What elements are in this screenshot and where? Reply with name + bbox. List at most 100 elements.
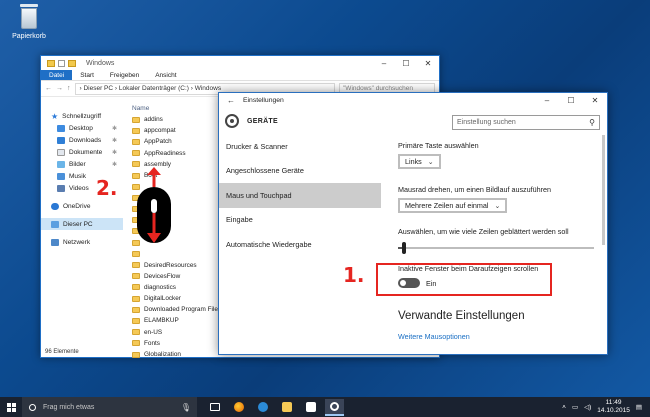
explorer-title: Windows <box>86 59 115 67</box>
explorer-titlebar[interactable]: Windows – ☐ ✕ <box>41 56 439 70</box>
menu-printers-scanners[interactable]: Drucker & Scanner <box>219 134 381 159</box>
folder-icon <box>132 329 140 336</box>
firefox-button[interactable] <box>229 399 248 416</box>
chevron-up-icon[interactable]: ˄ <box>562 404 566 411</box>
nav-this-pc[interactable]: Dieser PC <box>41 218 123 230</box>
column-header-name[interactable]: Name <box>129 102 221 114</box>
nav-desktop[interactable]: Desktop ✱ <box>41 122 123 134</box>
list-item[interactable]: ELAMBKUP <box>129 315 221 326</box>
recycle-bin-icon <box>19 4 39 30</box>
mouse-scroll-icon <box>137 167 171 243</box>
forward-arrow-icon[interactable]: → <box>56 85 63 92</box>
settings-menu: Drucker & Scanner Angeschlossene Geräte … <box>219 134 381 257</box>
scrollbar[interactable] <box>602 135 605 245</box>
list-item[interactable]: Globalization <box>129 349 221 360</box>
cloud-icon <box>51 202 59 210</box>
nav-pictures[interactable]: Bilder ✱ <box>41 158 123 170</box>
related-settings-title: Verwandte Einstellungen <box>398 310 525 322</box>
menu-mouse-touchpad[interactable]: Maus und Touchpad <box>219 183 381 208</box>
close-button[interactable]: ✕ <box>417 59 439 68</box>
minimize-button[interactable]: – <box>373 59 395 68</box>
minimize-button[interactable]: – <box>535 96 559 105</box>
windows-logo-icon <box>6 402 16 412</box>
edge-button[interactable] <box>253 399 272 416</box>
more-mouse-options-link[interactable]: Weitere Mausoptionen <box>398 332 598 341</box>
list-item[interactable]: Fonts <box>129 338 221 349</box>
close-button[interactable]: ✕ <box>583 96 607 105</box>
settings-button[interactable] <box>325 398 344 416</box>
cortana-icon <box>29 403 36 411</box>
start-button[interactable] <box>0 402 22 412</box>
settings-titlebar[interactable]: ← Einstellungen – ☐ ✕ <box>219 93 607 108</box>
tab-file[interactable]: Datei <box>41 70 73 80</box>
folder-icon <box>132 284 140 291</box>
network-icon[interactable]: ▭ <box>572 403 578 411</box>
menu-autoplay[interactable]: Automatische Wiedergabe <box>219 232 381 257</box>
navigation-pane: ★ Schnellzugriff Desktop ✱ Downloads ✱ Doku… <box>41 102 123 343</box>
section-title: GERÄTE <box>247 117 278 125</box>
downloads-icon <box>57 136 65 144</box>
list-item[interactable]: addins <box>129 114 221 125</box>
menu-connected-devices[interactable]: Angeschlossene Geräte <box>219 159 381 184</box>
folder-icon <box>47 59 55 67</box>
tab-share[interactable]: Freigeben <box>102 70 147 80</box>
wheel-mode-select[interactable]: Mehrere Zeilen auf einmal ⌄ <box>398 198 508 213</box>
folder-icon <box>132 262 140 269</box>
clock[interactable]: 11:49 14.10.2015 <box>597 399 630 415</box>
folder-icon <box>281 402 292 412</box>
list-item[interactable]: appcompat <box>129 125 221 136</box>
store-button[interactable] <box>301 399 320 416</box>
nav-onedrive[interactable]: OneDrive <box>41 200 123 212</box>
back-arrow-icon[interactable]: ← <box>45 85 52 92</box>
folder-icon <box>132 351 140 358</box>
settings-search-input[interactable]: Einstellung suchen ⚲ <box>452 115 600 130</box>
nav-network[interactable]: Netzwerk <box>41 236 123 248</box>
chevron-down-icon: ⌄ <box>427 158 434 166</box>
list-item[interactable]: AppReadiness <box>129 148 221 159</box>
properties-icon[interactable] <box>58 59 65 67</box>
pin-icon: ✱ <box>111 137 117 144</box>
list-item[interactable]: Downloaded Program Files <box>129 304 221 315</box>
list-item[interactable]: DesiredResources <box>129 259 221 270</box>
microphone-icon[interactable]: 🎙 <box>181 403 191 412</box>
documents-icon <box>57 148 65 156</box>
tab-start[interactable]: Start <box>72 70 102 80</box>
up-arrow-icon[interactable]: ↑ <box>67 85 71 92</box>
firefox-icon <box>233 402 244 412</box>
slider-thumb[interactable] <box>401 242 406 254</box>
list-item[interactable]: en-US <box>129 327 221 338</box>
list-item[interactable]: DevicesFlow <box>129 271 221 282</box>
menu-typing[interactable]: Eingabe <box>219 208 381 233</box>
recycle-bin[interactable]: Papierkorb <box>8 4 50 40</box>
maximize-button[interactable]: ☐ <box>395 59 417 68</box>
folder-icon <box>132 150 140 157</box>
wheel-label: Mausrad drehen, um einen Bildlauf auszuf… <box>398 185 552 194</box>
primary-button-select[interactable]: Links ⌄ <box>398 154 441 169</box>
gear-icon <box>330 401 339 411</box>
volume-icon[interactable]: ◁) <box>584 403 591 411</box>
settings-window: ← Einstellungen – ☐ ✕ GERÄTE Einstellung… <box>218 92 608 355</box>
folder-icon <box>132 273 140 280</box>
folder-icon <box>132 306 140 313</box>
lines-slider[interactable] <box>398 242 594 254</box>
tab-view[interactable]: Ansicht <box>147 70 184 80</box>
new-folder-icon[interactable] <box>68 59 76 67</box>
explorer-button[interactable] <box>277 399 296 416</box>
back-arrow-icon[interactable]: ← <box>227 96 243 105</box>
list-item[interactable]: AppPatch <box>129 136 221 147</box>
settings-title: Einstellungen <box>243 97 284 104</box>
pin-icon: ✱ <box>111 125 117 132</box>
nav-quick-access[interactable]: ★ Schnellzugriff <box>41 110 123 122</box>
maximize-button[interactable]: ☐ <box>559 96 583 105</box>
notifications-icon[interactable]: ▤ <box>636 403 642 411</box>
cortana-search[interactable]: Frag mich etwas 🎙 <box>22 397 197 417</box>
task-view-button[interactable] <box>205 399 224 416</box>
recycle-bin-label: Papierkorb <box>12 33 46 40</box>
list-item[interactable]: diagnostics <box>129 282 221 293</box>
music-icon <box>57 172 65 180</box>
nav-documents[interactable]: Dokumente ✱ <box>41 146 123 158</box>
nav-downloads[interactable]: Downloads ✱ <box>41 134 123 146</box>
list-item[interactable]: DigitalLocker <box>129 293 221 304</box>
ribbon-tabs: Datei Start Freigeben Ansicht <box>41 70 439 81</box>
taskbar: Frag mich etwas 🎙 ˄ ▭ ◁) 11:49 14.10.201… <box>0 397 650 417</box>
